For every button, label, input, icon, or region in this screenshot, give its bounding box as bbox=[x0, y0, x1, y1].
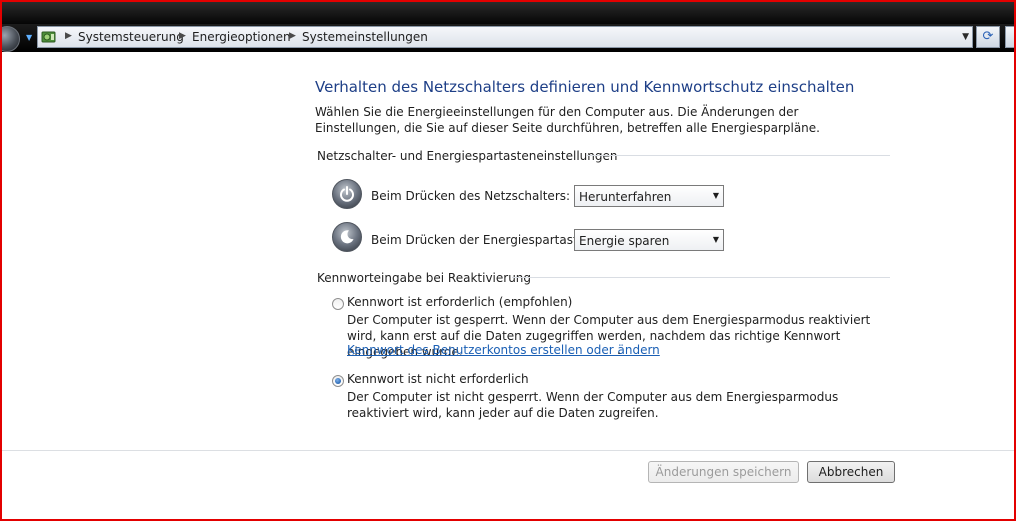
footer-divider bbox=[2, 450, 1014, 451]
save-changes-button[interactable]: Änderungen speichern bbox=[648, 461, 799, 483]
sleep-button-label: Beim Drücken der Energiespartaste: bbox=[371, 233, 590, 247]
chevron-down-icon: ▼ bbox=[712, 191, 719, 200]
account-password-link-text[interactable]: Kennwort des Benutzerkontos erstellen od… bbox=[347, 343, 660, 357]
breadcrumb-systemeinstellungen[interactable]: Systemeinstellungen bbox=[302, 30, 428, 44]
title-bar bbox=[2, 2, 1014, 24]
sleep-button-action-value: Energie sparen bbox=[579, 234, 670, 248]
account-password-link[interactable]: Kennwort des Benutzerkontos erstellen od… bbox=[347, 343, 660, 357]
chevron-down-icon: ▼ bbox=[712, 235, 719, 244]
section-divider bbox=[586, 155, 890, 156]
breadcrumb-systemsteuerung[interactable]: Systemsteuerung bbox=[78, 30, 184, 44]
link-suffix: . bbox=[617, 343, 621, 357]
search-box-edge[interactable] bbox=[1005, 26, 1014, 48]
breadcrumb-separator-icon[interactable]: ▶ bbox=[65, 31, 72, 41]
power-button-icon bbox=[332, 179, 362, 209]
sleep-button-icon bbox=[332, 222, 362, 252]
password-not-required-description: Der Computer ist nicht gesperrt. Wenn de… bbox=[347, 390, 839, 420]
navigation-bar: ▼ ▶ Systemsteuerung ▶ Energieoptionen ▶ … bbox=[2, 24, 1014, 52]
control-panel-icon bbox=[41, 31, 56, 43]
back-button[interactable] bbox=[2, 26, 20, 52]
refresh-icon: ⟳ bbox=[982, 29, 994, 44]
password-section-title: Kennworteingabe bei Reaktivierung bbox=[317, 271, 532, 285]
section-divider bbox=[512, 277, 890, 278]
refresh-button[interactable]: ⟳ bbox=[976, 26, 1000, 48]
cancel-button[interactable]: Abbrechen bbox=[807, 461, 895, 483]
power-button-action-select[interactable]: Herunterfahren ▼ bbox=[574, 185, 724, 207]
sleep-button-action-select[interactable]: Energie sparen ▼ bbox=[574, 229, 724, 251]
window-frame: ▼ ▶ Systemsteuerung ▶ Energieoptionen ▶ … bbox=[0, 0, 1016, 521]
power-section-title: Netzschalter- und Energiespartasteneinst… bbox=[317, 149, 618, 163]
address-dropdown-icon[interactable]: ▼ bbox=[962, 32, 969, 42]
address-bar[interactable]: ▶ Systemsteuerung ▶ Energieoptionen ▶ Sy… bbox=[37, 26, 973, 48]
password-not-required-radio[interactable] bbox=[332, 375, 344, 387]
password-not-required-label[interactable]: Kennwort ist nicht erforderlich bbox=[347, 372, 529, 386]
breadcrumb-separator-icon[interactable]: ▶ bbox=[289, 31, 296, 41]
breadcrumb-separator-icon[interactable]: ▶ bbox=[179, 31, 186, 41]
page-intro: Wählen Sie die Energieeinstellungen für … bbox=[315, 105, 820, 135]
password-required-label[interactable]: Kennwort ist erforderlich (empfohlen) bbox=[347, 295, 572, 309]
page-title: Verhalten des Netzschalters definieren u… bbox=[315, 78, 855, 96]
main-content: Verhalten des Netzschalters definieren u… bbox=[2, 52, 1014, 519]
power-button-label: Beim Drücken des Netzschalters: bbox=[371, 189, 571, 203]
breadcrumb-energieoptionen[interactable]: Energieoptionen bbox=[192, 30, 291, 44]
recent-pages-dropdown-icon[interactable]: ▼ bbox=[26, 34, 32, 42]
power-button-action-value: Herunterfahren bbox=[579, 190, 672, 204]
password-required-radio[interactable] bbox=[332, 298, 344, 310]
